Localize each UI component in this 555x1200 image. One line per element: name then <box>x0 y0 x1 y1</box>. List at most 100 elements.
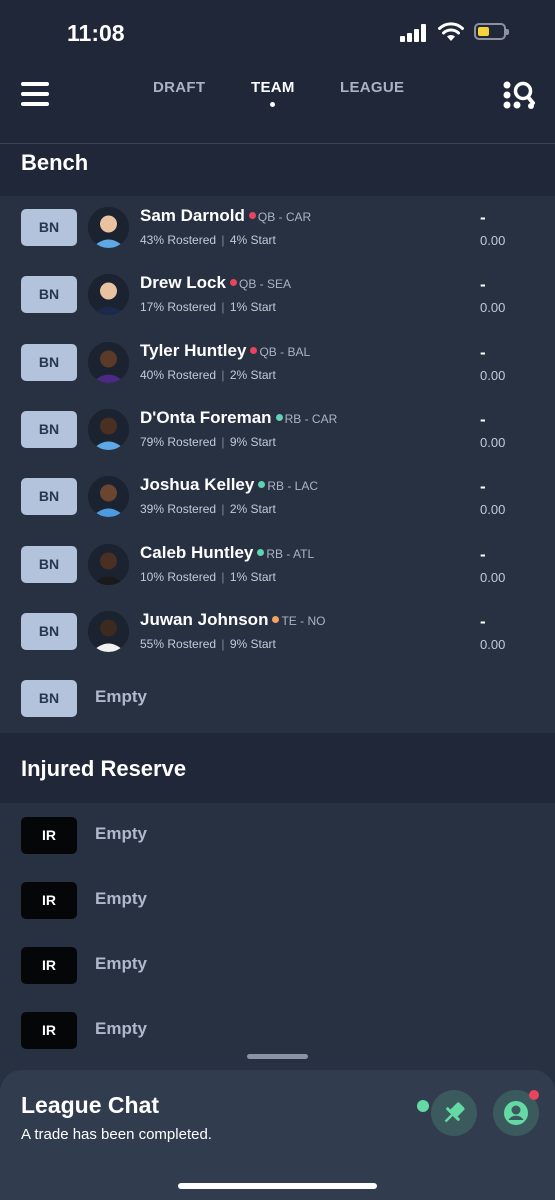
player-avatar[interactable] <box>88 476 129 518</box>
player-avatar[interactable] <box>88 274 129 316</box>
bench-player-row[interactable]: BN D'Onta Foreman RB - CAR 79% Rostered | 9… <box>0 398 555 465</box>
player-points: 0.00 <box>480 300 506 316</box>
slot-badge[interactable]: BN <box>21 209 77 246</box>
slot-badge[interactable]: BN <box>21 680 77 717</box>
league-chat-message: A trade has been completed. <box>21 1126 212 1143</box>
status-dot <box>258 481 266 489</box>
ir-empty-row[interactable]: IR Empty <box>0 934 555 1001</box>
empty-slot-label: Empty <box>95 889 147 908</box>
player-name-line[interactable]: Tyler Huntley QB - BAL <box>140 341 310 361</box>
bench-player-row[interactable]: BN Joshua Kelley RB - LAC 39% Rostered | 2%… <box>0 465 555 532</box>
player-ownership: 43% Rostered | 4% Start <box>140 233 276 247</box>
tab-draft[interactable]: DRAFT <box>153 79 205 96</box>
player-name-line[interactable]: Sam Darnold QB - CAR <box>140 206 311 226</box>
projected-points: - <box>480 611 486 631</box>
start-percent: 2% Start <box>229 367 276 382</box>
drawer-handle[interactable] <box>247 1054 308 1059</box>
rostered-percent: 17% Rostered <box>140 300 217 315</box>
player-avatar[interactable] <box>88 543 129 585</box>
pin-button[interactable] <box>431 1090 477 1136</box>
slot-badge[interactable]: BN <box>21 612 77 650</box>
player-points: 0.00 <box>480 434 506 450</box>
player-position-team: RB - CAR <box>284 411 338 426</box>
player-ownership: 79% Rostered | 9% Start <box>140 434 276 449</box>
hamburger-menu-icon[interactable] <box>21 82 49 106</box>
empty-slot-label: Empty <box>95 954 147 973</box>
status-bar: 11:08 <box>0 0 555 60</box>
status-dot <box>275 413 283 421</box>
player-position-team: RB - ATL <box>266 546 315 561</box>
player-ownership: 55% Rostered | 9% Start <box>140 636 276 651</box>
player-name[interactable]: Sam Darnold <box>140 206 245 225</box>
player-points: 0.00 <box>480 636 506 652</box>
active-tab-indicator <box>270 102 275 107</box>
player-ownership: 17% Rostered | 1% Start <box>140 300 276 315</box>
player-position-team: QB - CAR <box>257 210 312 224</box>
cellular-signal-icon <box>400 24 428 42</box>
injured-reserve-section-header: Injured Reserve <box>0 733 555 803</box>
bench-player-row[interactable]: BN Caleb Huntley RB - ATL 10% Rostered | 1%… <box>0 533 555 600</box>
rostered-percent: 43% Rostered <box>140 233 217 247</box>
ir-slot-badge[interactable]: IR <box>21 817 77 854</box>
status-dot <box>272 615 280 623</box>
players-search-icon[interactable] <box>502 80 536 110</box>
slot-badge[interactable]: BN <box>21 276 77 314</box>
tab-league[interactable]: LEAGUE <box>340 79 404 96</box>
player-name[interactable]: Drew Lock <box>140 273 226 292</box>
player-position-team: QB - SEA <box>238 277 291 292</box>
bench-empty-row[interactable]: BN Empty <box>0 667 555 734</box>
player-avatar[interactable] <box>88 610 129 652</box>
projected-points: - <box>480 477 486 497</box>
online-indicator <box>417 1100 429 1112</box>
notification-badge <box>529 1090 539 1100</box>
slot-badge[interactable]: BN <box>21 545 77 583</box>
player-name[interactable]: Juwan Johnson <box>140 610 268 629</box>
projected-points: - <box>480 342 486 362</box>
start-percent: 4% Start <box>229 233 276 247</box>
projected-points: - <box>480 275 486 295</box>
home-indicator <box>178 1183 377 1189</box>
bench-player-row[interactable]: BN Juwan Johnson TE - NO 55% Rostered | 9% … <box>0 600 555 667</box>
player-name-line[interactable]: D'Onta Foreman RB - CAR <box>140 408 337 428</box>
player-ownership: 40% Rostered | 2% Start <box>140 367 276 382</box>
player-name[interactable]: Caleb Huntley <box>140 543 253 562</box>
player-points: 0.00 <box>480 569 506 585</box>
player-name[interactable]: Tyler Huntley <box>140 341 246 360</box>
league-chat-panel[interactable]: League Chat A trade has been completed. <box>0 1070 555 1200</box>
player-position-team: QB - BAL <box>259 344 311 359</box>
player-ownership: 39% Rostered | 2% Start <box>140 502 276 517</box>
player-name-line[interactable]: Drew Lock QB - SEA <box>140 273 291 293</box>
ir-slot-badge[interactable]: IR <box>21 882 77 919</box>
player-ownership: 10% Rostered | 1% Start <box>140 569 276 584</box>
ir-slot-badge[interactable]: IR <box>21 1012 77 1049</box>
slot-badge[interactable]: BN <box>21 410 77 448</box>
status-time: 11:08 <box>67 20 125 46</box>
start-percent: 9% Start <box>229 434 276 449</box>
start-percent: 1% Start <box>229 569 276 584</box>
ir-empty-row[interactable]: IR Empty <box>0 804 555 871</box>
slot-badge[interactable]: BN <box>21 478 77 516</box>
player-name-line[interactable]: Juwan Johnson TE - NO <box>140 610 325 630</box>
start-percent: 2% Start <box>229 502 276 517</box>
empty-slot-label: Empty <box>95 687 147 706</box>
pin-icon <box>444 1102 465 1123</box>
player-avatar[interactable] <box>88 408 129 450</box>
tab-team[interactable]: TEAM <box>251 79 295 96</box>
ir-empty-row[interactable]: IR Empty <box>0 869 555 936</box>
player-position-team: RB - LAC <box>267 479 319 494</box>
projected-points: - <box>480 409 486 429</box>
player-points: 0.00 <box>480 233 506 248</box>
player-avatar[interactable] <box>88 207 129 248</box>
wifi-icon <box>438 22 464 41</box>
ir-slot-badge[interactable]: IR <box>21 947 77 984</box>
rostered-percent: 79% Rostered <box>140 434 217 449</box>
bench-player-row[interactable]: BN Tyler Huntley QB - BAL 40% Rostered | 2%… <box>0 331 555 398</box>
player-name[interactable]: Joshua Kelley <box>140 475 254 494</box>
bench-player-row[interactable]: BN Drew Lock QB - SEA 17% Rostered | 1% Sta… <box>0 263 555 330</box>
slot-badge[interactable]: BN <box>21 343 77 381</box>
player-name-line[interactable]: Joshua Kelley RB - LAC <box>140 475 318 495</box>
bench-player-row[interactable]: BN Sam Darnold QB - CAR 43% Rostered | 4% S… <box>0 196 555 263</box>
player-name[interactable]: D'Onta Foreman <box>140 408 272 427</box>
player-avatar[interactable] <box>88 341 129 383</box>
player-name-line[interactable]: Caleb Huntley RB - ATL <box>140 543 314 563</box>
